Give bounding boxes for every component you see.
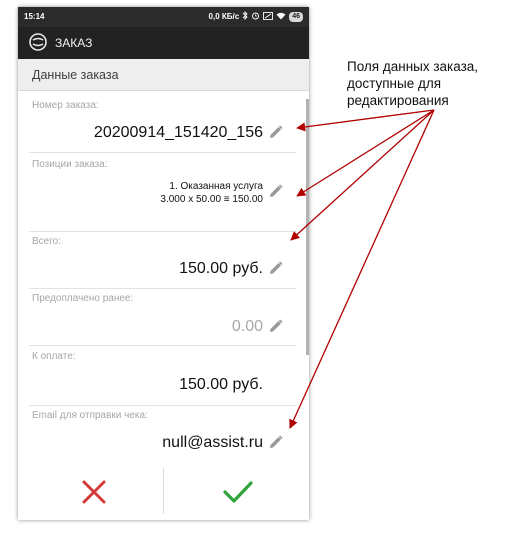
arrow-to-order-number [296,109,435,132]
arrow-to-total [290,109,435,241]
arrow-to-email [289,109,435,429]
annotation-arrows [289,109,435,429]
arrow-to-order-items [296,109,435,197]
